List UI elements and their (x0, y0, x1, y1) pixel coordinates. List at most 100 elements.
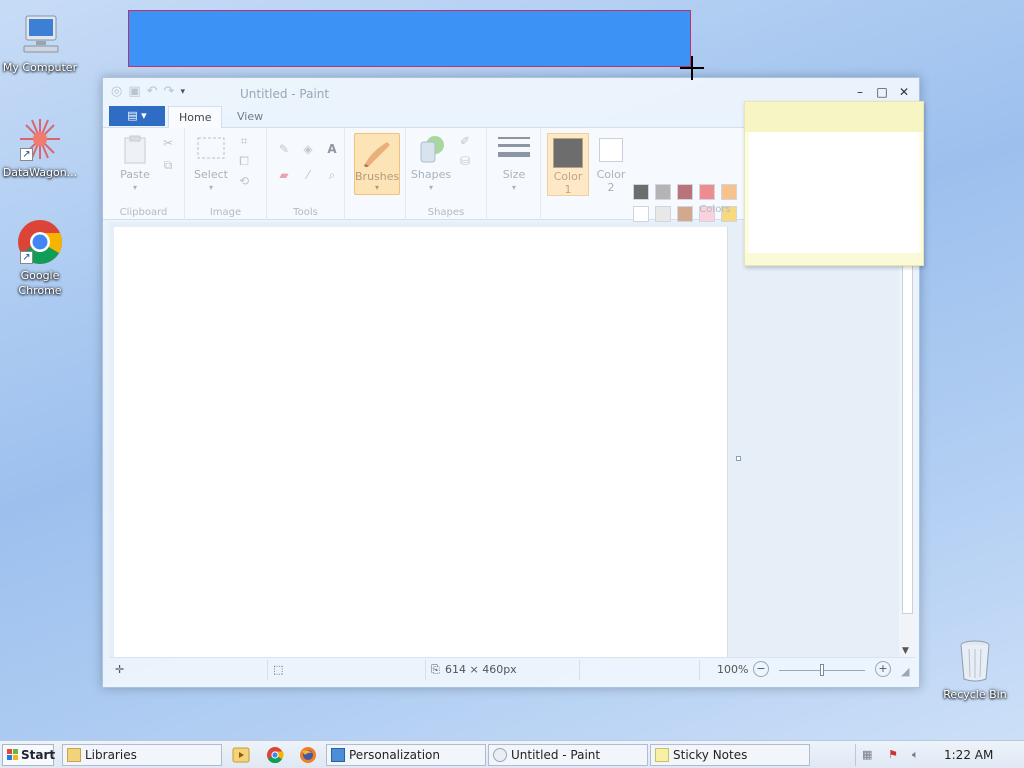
paint-app-icon: ◎ (111, 84, 123, 99)
windows-logo-icon (7, 749, 19, 761)
canvas-resize-handle[interactable] (736, 456, 741, 461)
network-icon[interactable]: ▦ (862, 748, 876, 762)
desktop-icon-datawagon[interactable]: ↗ DataWagon... (0, 115, 80, 180)
select-icon (195, 134, 227, 164)
palette-swatch[interactable] (633, 206, 649, 222)
zoom-level: 100% (717, 663, 749, 676)
desktop-icon-recycle-bin[interactable]: Recycle Bin (935, 637, 1015, 702)
group-tools: ✎ ◈ A ▰ ⁄ ⌕ Tools (267, 128, 345, 220)
brushes-button[interactable]: Brushes ▾ (354, 133, 400, 195)
start-label: Start (21, 748, 56, 762)
window-controls: – □ ✕ (851, 84, 913, 100)
fill-icon[interactable]: ◈ (299, 140, 317, 158)
tab-view[interactable]: View (227, 106, 273, 128)
paint-icon (493, 748, 507, 762)
minimize-button[interactable]: – (851, 84, 869, 100)
computer-icon (16, 10, 64, 58)
media-player-icon[interactable] (232, 746, 250, 764)
undo-icon[interactable]: ↶ (147, 84, 158, 99)
size-button[interactable]: Size ▾ (495, 134, 533, 194)
size-icon (498, 134, 530, 164)
group-label-colors: Colors (699, 204, 731, 215)
selection-size-icon: ⬚ (273, 663, 284, 676)
cut-icon[interactable]: ✂ (159, 134, 177, 152)
group-shapes: Shapes ▾ ✐ ⛁ Shapes (405, 128, 487, 220)
palette-swatch[interactable] (677, 206, 693, 222)
image-size: 614 × 460px (445, 663, 517, 676)
palette-swatch[interactable] (655, 184, 671, 200)
recycle-bin-icon (951, 637, 999, 685)
group-clipboard: Paste ▾ ✂ ⧉ Clipboard (103, 128, 185, 220)
customize-qat-icon[interactable]: ▾ (180, 87, 185, 97)
palette-swatch[interactable] (721, 184, 737, 200)
eraser-icon[interactable]: ▰ (275, 166, 293, 184)
window-title: Untitled - Paint (240, 87, 330, 101)
copy-icon[interactable]: ⧉ (159, 156, 177, 174)
taskbar-personalization[interactable]: Personalization (326, 744, 486, 766)
status-bar: ✛ ⬚ ⎘ 614 × 460px 100% − + ◢ (109, 657, 915, 681)
palette-swatch[interactable] (699, 184, 715, 200)
palette-swatch[interactable] (677, 184, 693, 200)
scrollbar-thumb[interactable] (902, 262, 913, 614)
cursor-position-icon: ✛ (115, 663, 125, 676)
canvas-area (109, 222, 899, 658)
group-label-clipboard: Clipboard (119, 207, 168, 218)
redo-icon[interactable]: ↷ (164, 84, 175, 99)
color1-button[interactable]: Color 1 (547, 133, 589, 196)
shortcut-arrow-icon: ↗ (20, 148, 33, 161)
text-icon[interactable]: A (323, 140, 341, 158)
color-picker-icon[interactable]: ⁄ (299, 166, 317, 184)
palette-swatch[interactable] (655, 206, 671, 222)
rotate-icon[interactable]: ⟲ (235, 172, 253, 190)
taskbar-libraries[interactable]: Libraries (62, 744, 222, 766)
clock[interactable]: 1:22 AM (944, 748, 993, 762)
sticky-note[interactable] (744, 101, 924, 266)
color2-button[interactable]: Color 2 (591, 138, 631, 194)
shapes-icon (415, 134, 447, 164)
taskbar: Start Libraries Personalization Untitled… (0, 740, 1024, 768)
datawagon-icon: ↗ (16, 115, 64, 163)
magnifier-icon[interactable]: ⌕ (323, 166, 341, 184)
desktop-icon-google-chrome[interactable]: ↗ Google Chrome (0, 218, 80, 298)
select-button[interactable]: Select ▾ (191, 134, 231, 194)
palette-swatch[interactable] (633, 184, 649, 200)
sticky-note-header[interactable] (745, 102, 923, 132)
desktop-icon-label: Recycle Bin (943, 688, 1007, 701)
desktop-icon-my-computer[interactable]: My Computer (0, 10, 80, 75)
zoom-out-button[interactable]: − (753, 661, 769, 677)
maximize-button[interactable]: □ (873, 84, 891, 100)
crop-icon[interactable]: ⌗ (235, 132, 253, 150)
paste-button[interactable]: Paste ▾ (113, 134, 157, 194)
brush-icon (361, 138, 393, 168)
outline-icon[interactable]: ✐ (456, 132, 474, 150)
chrome-icon: ↗ (16, 218, 64, 266)
save-icon[interactable]: ▣ (128, 84, 140, 99)
file-menu-button[interactable]: ▤ ▾ (109, 106, 165, 126)
group-label-shapes: Shapes (427, 207, 465, 218)
shortcut-arrow-icon: ↗ (20, 251, 33, 264)
volume-icon[interactable]: 🔈︎ (912, 748, 926, 762)
shape-fill-icon[interactable]: ⛁ (456, 152, 474, 170)
window-resize-grip[interactable]: ◢ (901, 665, 909, 678)
sticky-note-body[interactable] (749, 132, 919, 253)
vertical-scrollbar[interactable]: ▼ (900, 222, 915, 658)
shapes-button[interactable]: Shapes ▾ (410, 134, 452, 194)
chrome-taskbar-icon[interactable] (266, 746, 284, 764)
scroll-down-arrow[interactable]: ▼ (902, 646, 909, 656)
pencil-icon[interactable]: ✎ (275, 140, 293, 158)
group-label-image: Image (209, 207, 242, 218)
drawing-canvas[interactable] (114, 227, 728, 657)
close-button[interactable]: ✕ (895, 84, 913, 100)
group-size: Size ▾ (487, 128, 541, 220)
desktop-icon-label: Google Chrome (18, 269, 62, 297)
zoom-slider-thumb[interactable] (820, 664, 824, 676)
zoom-in-button[interactable]: + (875, 661, 891, 677)
start-button[interactable]: Start (2, 744, 56, 766)
action-center-icon[interactable]: ⚑ (888, 748, 902, 762)
paste-icon (119, 134, 151, 164)
tab-home[interactable]: Home (168, 106, 223, 128)
resize-icon[interactable]: ⧠ (235, 152, 253, 170)
taskbar-sticky-notes[interactable]: Sticky Notes (650, 744, 810, 766)
taskbar-paint[interactable]: Untitled - Paint (488, 744, 648, 766)
firefox-icon[interactable] (299, 746, 317, 764)
